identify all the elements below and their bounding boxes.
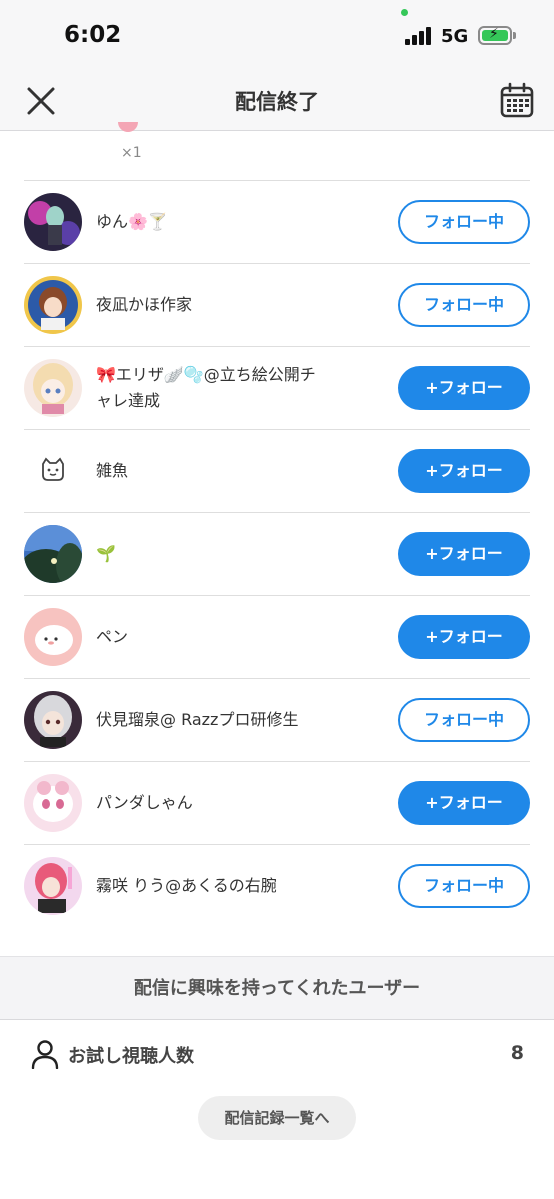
user-avatar[interactable] [24,359,82,417]
user-avatar[interactable] [24,193,82,251]
following-button[interactable]: フォロー中 [398,698,530,742]
page-title: 配信終了 [235,90,319,114]
user-name: ゆん🌸🍸 [96,212,168,232]
battery-cap [513,32,516,39]
user-name: 夜凪かほ作家 [96,295,193,315]
user-list: ゆん🌸🍸 フォロー中 夜凪かほ作家 フォロー中 🎀エリザ🪽🫧@立ち絵公開チャレ達… [24,180,530,927]
following-button[interactable]: フォロー中 [398,200,530,244]
section-header: 配信に興味を持ってくれたユーザー [0,956,554,1020]
trial-viewers-label: お試し視聴人数 [68,1046,194,1067]
user-avatar[interactable] [24,442,82,500]
follow-button[interactable]: +フォロー [398,781,530,825]
user-name: 雑魚 [96,461,129,481]
trial-viewers-row: お試し視聴人数 8 [0,1022,554,1086]
following-button[interactable]: フォロー中 [398,864,530,908]
user-name: ペン [96,627,129,647]
gift-count: ×1 [121,145,142,161]
follow-button[interactable]: +フォロー [398,615,530,659]
user-row: 🎀エリザ🪽🫧@立ち絵公開チャレ達成 +フォロー [24,346,530,429]
user-name: 霧咲 りう@あくるの右腕 [96,876,277,896]
camera-indicator-icon [401,9,408,16]
trial-viewers-count: 8 [510,1042,524,1064]
user-row: 伏見瑠泉@ Razzプロ研修生 フォロー中 [24,678,530,761]
status-bar: 6:02 5G ⚡ [0,0,554,74]
user-avatar[interactable] [24,774,82,832]
user-row: 霧咲 りう@あくるの右腕 フォロー中 [24,844,530,927]
stream-history-button[interactable]: 配信記録一覧へ [198,1096,356,1140]
follow-button[interactable]: +フォロー [398,449,530,493]
user-name: 伏見瑠泉@ Razzプロ研修生 [96,710,299,730]
user-name: パンダしゃん [96,793,193,813]
follow-button[interactable]: +フォロー [398,366,530,410]
user-avatar[interactable] [24,691,82,749]
user-row: パンダしゃん +フォロー [24,761,530,844]
user-name: 🌱 [96,544,116,564]
user-row: 🌱 +フォロー [24,512,530,595]
follow-button[interactable]: +フォロー [398,532,530,576]
status-time: 6:02 [64,22,122,48]
user-avatar[interactable] [24,525,82,583]
signal-strength-icon [405,27,435,45]
network-type: 5G [441,26,469,47]
user-avatar[interactable] [24,857,82,915]
user-name: 🎀エリザ🪽🫧@立ち絵公開チャレ達成 [96,365,316,410]
user-row: ペン +フォロー [24,595,530,678]
user-avatar[interactable] [24,276,82,334]
battery-charging-icon: ⚡ [478,26,512,45]
nav-bar: 配信終了 [0,74,554,131]
following-button[interactable]: フォロー中 [398,283,530,327]
user-row: 雑魚 +フォロー [24,429,530,512]
person-icon [31,1040,59,1069]
user-row: ゆん🌸🍸 フォロー中 [24,180,530,263]
calendar-icon[interactable] [500,82,534,118]
user-row: 夜凪かほ作家 フォロー中 [24,263,530,346]
user-avatar[interactable] [24,608,82,666]
